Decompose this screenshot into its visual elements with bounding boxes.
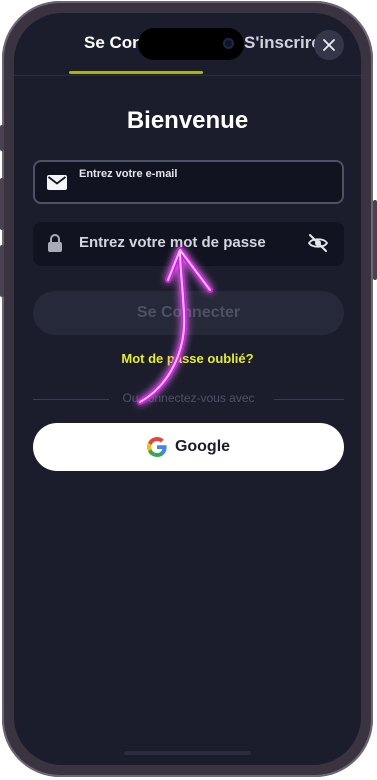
eye-off-icon[interactable] — [307, 232, 329, 258]
close-button[interactable] — [314, 30, 344, 60]
lock-icon — [47, 233, 63, 257]
divider-line-right — [274, 399, 344, 400]
mail-icon — [47, 175, 67, 194]
tab-signup[interactable]: S'inscrire — [244, 33, 321, 53]
forgot-password-link[interactable]: Mot de passe oublié? — [14, 351, 361, 366]
camera-icon — [223, 38, 234, 49]
side-button-mute — [0, 125, 4, 151]
side-button-volume-down — [0, 245, 4, 297]
close-icon — [323, 39, 335, 51]
email-placeholder: Entrez votre e-mail — [79, 168, 178, 180]
login-button[interactable]: Se Connecter — [33, 291, 344, 335]
home-indicator — [124, 751, 251, 755]
google-logo-icon — [146, 437, 167, 457]
page-title: Bienvenue — [126, 107, 249, 134]
google-button-label: Google — [174, 438, 231, 455]
side-button-power — [373, 200, 377, 280]
google-signin-button[interactable]: Google — [33, 423, 344, 471]
email-field[interactable]: Entrez votre e-mail — [33, 160, 344, 204]
password-placeholder: Entrez votre mot de passe — [79, 234, 266, 251]
side-button-volume-up — [0, 178, 4, 230]
phone-frame: Se Connecter S'inscrire Bienvenue Entrez… — [2, 1, 373, 777]
app-screen: Se Connecter S'inscrire Bienvenue Entrez… — [14, 13, 361, 765]
dynamic-island — [138, 28, 244, 60]
password-field[interactable]: Entrez votre mot de passe — [33, 222, 344, 266]
divider: Ou connectez-vous avec — [33, 391, 344, 407]
divider-text: Ou connectez-vous avec — [122, 391, 255, 405]
active-tab-indicator — [69, 71, 203, 74]
